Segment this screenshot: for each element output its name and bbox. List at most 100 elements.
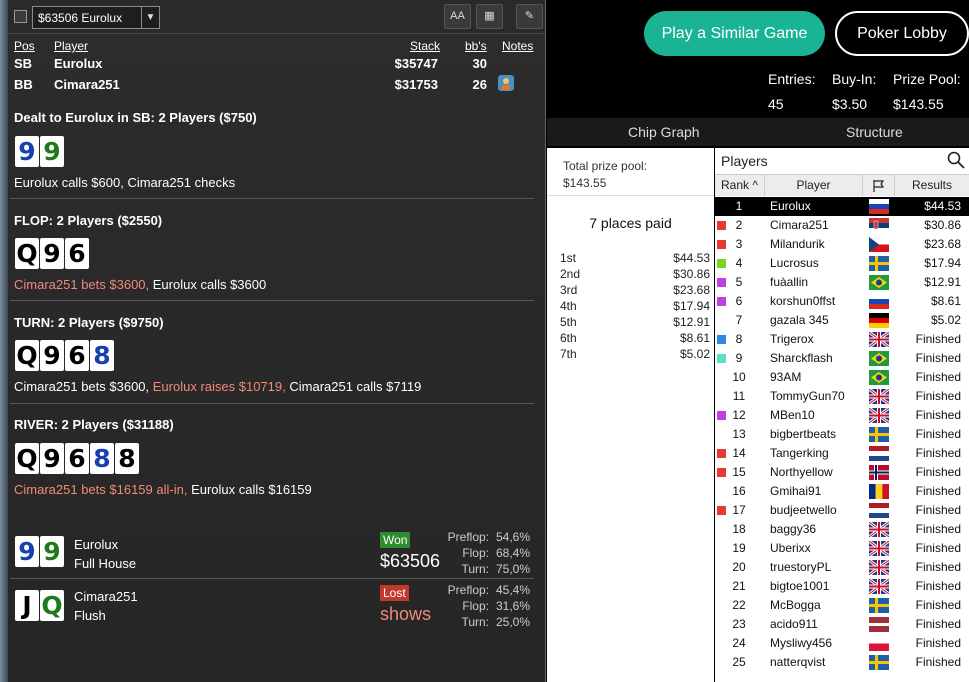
player-list-row[interactable]: 17 budjeetwello Finished bbox=[715, 501, 969, 520]
grid-view-button[interactable]: ▦ bbox=[476, 4, 503, 29]
payout-amount: $5.02 bbox=[679, 347, 710, 361]
header-notes: Notes bbox=[502, 39, 534, 53]
action-text: Eurolux calls $600, Cimara251 checks bbox=[14, 175, 236, 190]
player-list-row[interactable]: 20 truestoryPL Finished bbox=[715, 558, 969, 577]
player-list-row[interactable]: 24 Mysliwy456 Finished bbox=[715, 634, 969, 653]
result-cards-cimara: JQ bbox=[15, 590, 65, 621]
player-color-marker bbox=[717, 411, 726, 420]
player-list-row[interactable]: 10 93AM Finished bbox=[715, 368, 969, 387]
player-color-marker bbox=[717, 354, 726, 363]
play-similar-game-button[interactable]: Play a Similar Game bbox=[644, 11, 825, 56]
flag-nl-icon bbox=[869, 446, 889, 461]
playing-card: 8 bbox=[90, 443, 114, 474]
payout-amount: $12.91 bbox=[673, 315, 710, 329]
column-rank-header[interactable]: Rank ^ bbox=[715, 175, 765, 196]
divider bbox=[10, 403, 534, 404]
flag-nl-icon bbox=[869, 503, 889, 518]
column-flag-header[interactable] bbox=[863, 175, 895, 196]
column-player-header[interactable]: Player bbox=[765, 175, 863, 196]
hand-history-toolbar: $63506 Eurolux ▼ AA ▦ ✎ bbox=[8, 0, 545, 34]
player-result: Finished bbox=[915, 484, 961, 498]
player-rank: 14 bbox=[732, 446, 746, 460]
column-results-header[interactable]: Results bbox=[895, 175, 969, 196]
turn-title: TURN: 2 Players ($9750) bbox=[14, 315, 164, 330]
turn-action: Cimara251 bets $3600, Eurolux raises $10… bbox=[14, 379, 421, 394]
edit-button[interactable]: ✎ bbox=[516, 4, 543, 29]
action-highlight: Eurolux raises $10719, bbox=[152, 379, 290, 394]
player-list-row[interactable]: 15 Northyellow Finished bbox=[715, 463, 969, 482]
playing-card: Q bbox=[15, 443, 39, 474]
player-list-row[interactable]: 1 Eurolux $44.53 bbox=[715, 197, 969, 216]
player-list-row[interactable]: 22 McBogga Finished bbox=[715, 596, 969, 615]
player-result: Finished bbox=[915, 636, 961, 650]
player-list-row[interactable]: 21 bigtoe1001 Finished bbox=[715, 577, 969, 596]
player-name: 93AM bbox=[770, 370, 802, 384]
result-player-name: Eurolux bbox=[74, 537, 119, 552]
player-list-row[interactable]: 11 TommyGun70 Finished bbox=[715, 387, 969, 406]
player-list-row[interactable]: 12 MBen10 Finished bbox=[715, 406, 969, 425]
player-color-marker bbox=[717, 373, 726, 382]
player-list-row[interactable]: 16 Gmihai91 Finished bbox=[715, 482, 969, 501]
flag-gb-icon bbox=[869, 332, 889, 347]
player-name: Northyellow bbox=[770, 465, 833, 479]
player-list-row[interactable]: 9 Sharckflash Finished bbox=[715, 349, 969, 368]
player-list-row[interactable]: 2 Cimara251 $30.86 bbox=[715, 216, 969, 235]
divider bbox=[10, 578, 534, 579]
player-rank: 8 bbox=[735, 332, 743, 346]
player-color-marker bbox=[717, 639, 726, 648]
playing-card: Q bbox=[15, 238, 39, 269]
divider bbox=[10, 198, 534, 199]
poker-lobby-button[interactable]: Poker Lobby bbox=[835, 11, 969, 56]
equity-value: 25,0% bbox=[495, 615, 530, 629]
payout-place: 4th bbox=[560, 299, 577, 313]
flag-ru-icon bbox=[869, 294, 889, 309]
player-stack: $31753 bbox=[394, 77, 438, 92]
player-name[interactable]: Eurolux bbox=[54, 56, 102, 71]
playing-card: 9 bbox=[40, 340, 64, 371]
player-note-icon[interactable] bbox=[498, 75, 514, 91]
player-result: Finished bbox=[915, 560, 961, 574]
player-list-row[interactable]: 5 fuàallin $12.91 bbox=[715, 273, 969, 292]
font-size-button[interactable]: AA bbox=[444, 4, 471, 29]
flop-title: FLOP: 2 Players ($2550) bbox=[14, 213, 163, 228]
tab-chip-graph[interactable]: Chip Graph bbox=[628, 124, 700, 140]
player-rank: 4 bbox=[735, 256, 743, 270]
player-list-row[interactable]: 13 bigbertbeats Finished bbox=[715, 425, 969, 444]
flag-outline-icon bbox=[872, 180, 884, 192]
player-list-row[interactable]: 25 natterqvist Finished bbox=[715, 653, 969, 672]
player-list-row[interactable]: 3 Milandurik $23.68 bbox=[715, 235, 969, 254]
player-list-row[interactable]: 7 gazala 345 $5.02 bbox=[715, 311, 969, 330]
search-icon[interactable] bbox=[947, 151, 965, 174]
player-list-row[interactable]: 6 korshun0ffst $8.61 bbox=[715, 292, 969, 311]
lost-badge: Lost bbox=[380, 585, 409, 601]
player-rank: 3 bbox=[735, 237, 743, 251]
player-list-row[interactable]: 14 Tangerking Finished bbox=[715, 444, 969, 463]
player-name[interactable]: Cimara251 bbox=[54, 77, 120, 92]
player-result: $5.02 bbox=[930, 313, 961, 327]
player-list-row[interactable]: 18 baggy36 Finished bbox=[715, 520, 969, 539]
payout-row: 3rd $23.68 bbox=[560, 283, 710, 297]
header-stack: Stack bbox=[410, 39, 441, 53]
player-result: $30.86 bbox=[924, 218, 961, 232]
flag-no-icon bbox=[869, 465, 889, 480]
players-list-panel: Players Rank ^ Player Results 1 Eurolux $4… bbox=[715, 148, 969, 682]
flag-br-icon bbox=[869, 351, 889, 366]
player-bbs: 30 bbox=[472, 56, 487, 71]
payout-row: 4th $17.94 bbox=[560, 299, 710, 313]
player-name: truestoryPL bbox=[770, 560, 832, 574]
hand-select-dropdown[interactable]: $63506 Eurolux ▼ bbox=[32, 6, 160, 29]
turn-cards: Q968 bbox=[15, 340, 115, 371]
player-list-row[interactable]: 23 acido911 Finished bbox=[715, 615, 969, 634]
player-list-row[interactable]: 8 Trigerox Finished bbox=[715, 330, 969, 349]
select-checkbox[interactable] bbox=[14, 10, 27, 23]
sort-up-icon: ^ bbox=[749, 178, 758, 192]
action-text: Eurolux calls $3600 bbox=[152, 277, 267, 292]
tab-structure[interactable]: Structure bbox=[846, 124, 903, 140]
player-name: Uberixx bbox=[770, 541, 811, 555]
player-list-row[interactable]: 19 Uberixx Finished bbox=[715, 539, 969, 558]
action-text: Cimara251 calls $7119 bbox=[289, 379, 422, 394]
player-result: Finished bbox=[915, 465, 961, 479]
player-list-row[interactable]: 4 Lucrosus $17.94 bbox=[715, 254, 969, 273]
player-rank: 11 bbox=[732, 389, 746, 403]
flag-br-icon bbox=[869, 370, 889, 385]
